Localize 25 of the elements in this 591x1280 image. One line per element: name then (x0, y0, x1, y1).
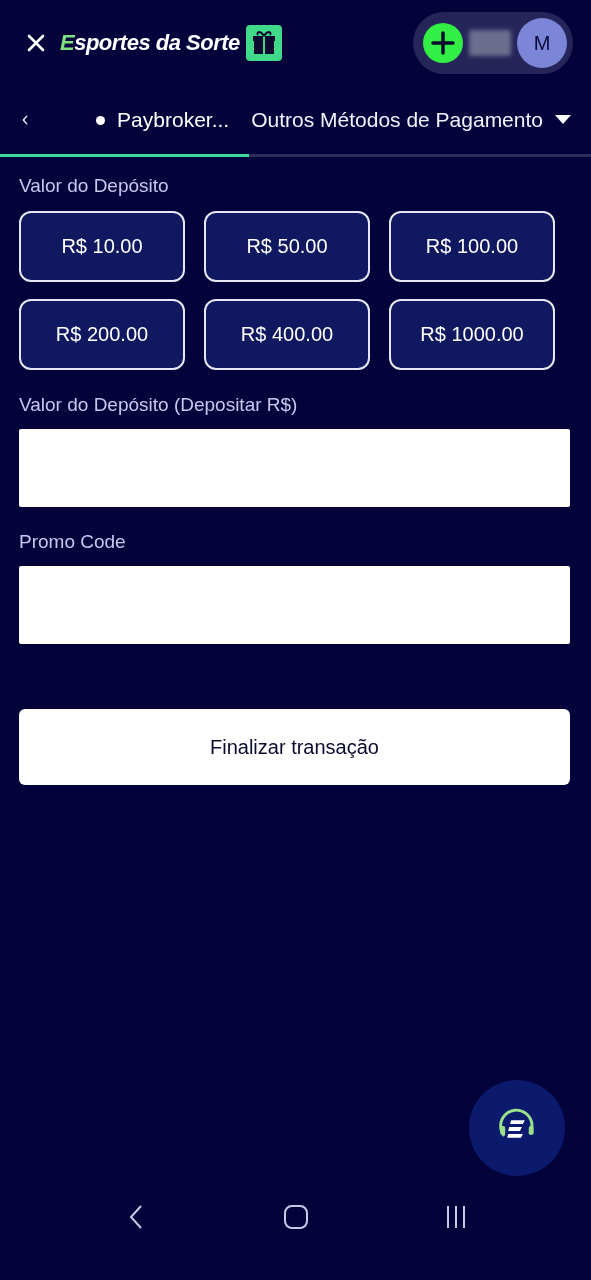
amount-button[interactable]: R$ 400.00 (204, 299, 370, 370)
close-icon[interactable] (26, 33, 46, 53)
logo: Esportes da Sorte (60, 30, 240, 56)
gift-icon[interactable] (245, 25, 282, 61)
caret-icon (555, 115, 571, 125)
tab-label: Paybroker... (117, 108, 230, 132)
dot-icon (96, 115, 106, 125)
add-funds-icon[interactable] (423, 23, 463, 63)
amount-button[interactable]: R$ 10.00 (19, 211, 185, 282)
submit-button[interactable]: Finalizar transação (19, 709, 570, 785)
avatar[interactable]: M (517, 18, 567, 68)
hidden-balance (469, 30, 511, 56)
amount-button[interactable]: R$ 100.00 (389, 211, 555, 282)
tab[interactable]: Outros Métodos de Pagamento (249, 86, 591, 154)
amount-button[interactable]: R$ 1000.00 (389, 299, 555, 370)
input-field[interactable] (19, 429, 570, 507)
field-label: Promo Code (19, 531, 127, 553)
tab-label: Outros Métodos de Pagamento (251, 108, 543, 132)
amount-button[interactable]: R$ 200.00 (19, 299, 185, 370)
tab[interactable]: Paybroker... (0, 86, 250, 154)
amount-label: Valor do Depósito (19, 175, 170, 197)
input-field[interactable] (19, 566, 570, 644)
amount-button[interactable]: R$ 50.00 (204, 211, 370, 282)
field-label: Valor do Depósito (Depositar R$) (19, 394, 299, 416)
support-chat-icon[interactable] (468, 1079, 566, 1177)
